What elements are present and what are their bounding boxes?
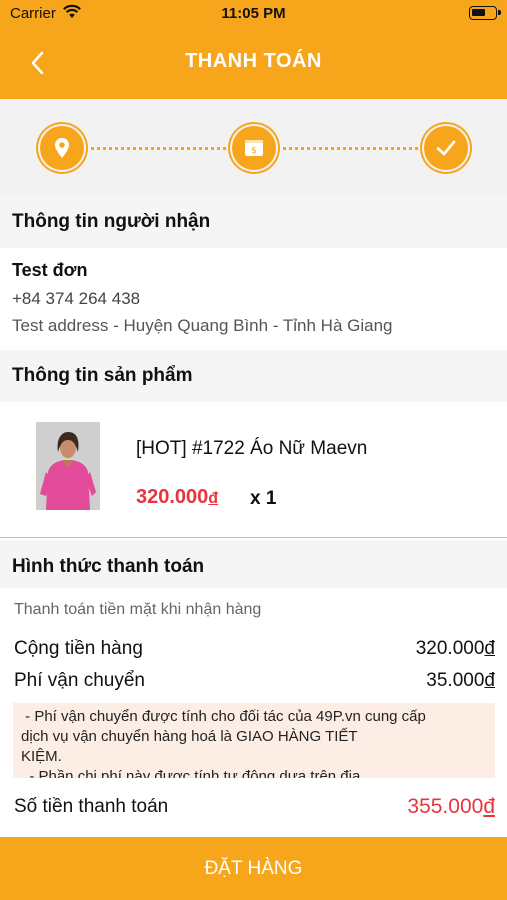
step-confirm [424, 126, 468, 170]
payment-icon: $ [245, 140, 263, 156]
total-row: Số tiền thanh toán 355.000đ [0, 778, 507, 837]
shipping-row: Phí vận chuyển 35.000đ [14, 670, 495, 692]
recipient-address: Test address - Huyện Quang Bình - Tỉnh H… [12, 316, 393, 335]
shipping-value: 35.000đ [426, 670, 495, 692]
product-price-value: 320.000 [136, 486, 209, 508]
divider [0, 537, 507, 538]
recipient-phone: +84 374 264 438 [12, 289, 141, 308]
step-payment: $ [232, 126, 276, 170]
product-item[interactable]: [HOT] #1722 Áo Nữ Maevn 320.000đ x 1 [0, 402, 507, 536]
total-label: Số tiền thanh toán [14, 796, 169, 817]
step-connector [276, 147, 424, 150]
checkmark-icon [436, 140, 456, 156]
currency-symbol: đ [484, 670, 495, 691]
note-line: KIỆM. [21, 748, 62, 765]
svg-text:$: $ [251, 146, 257, 156]
payment-section-title: Hình thức thanh toán [0, 540, 507, 588]
note-line: - Phí vận chuyển được tính cho đối tác c… [21, 708, 426, 725]
place-order-button[interactable]: ĐẶT HÀNG [0, 837, 507, 900]
subtotal-value: 320.000đ [416, 638, 495, 660]
step-address [40, 126, 84, 170]
clock: 11:05 PM [221, 5, 286, 22]
currency-symbol: đ [208, 490, 219, 507]
product-section-title: Thông tin sản phẩm [0, 350, 507, 402]
page-title: THANH TOÁN [185, 50, 322, 72]
product-name[interactable]: [HOT] #1722 Áo Nữ Maevn [136, 438, 367, 460]
subtotal-amount: 320.000 [415, 638, 485, 659]
currency-symbol: đ [483, 795, 495, 818]
shipping-label: Phí vận chuyển [14, 670, 145, 691]
recipient-name: Test đơn [12, 260, 88, 280]
subtotal-row: Cộng tiền hàng 320.000đ [14, 638, 495, 660]
location-pin-icon [55, 138, 69, 158]
recipient-info: Test đơn +84 374 264 438 Test address - … [0, 248, 507, 350]
battery-icon [469, 6, 501, 20]
currency-symbol: đ [484, 638, 495, 659]
shipping-note: - Phí vận chuyển được tính cho đối tác c… [13, 703, 495, 778]
recipient-section-title: Thông tin người nhận [0, 196, 507, 248]
product-quantity: x 1 [250, 488, 277, 509]
payment-method[interactable]: Thanh toán tiền mặt khi nhận hàng [14, 601, 261, 619]
checkout-stepper: $ [0, 99, 507, 196]
total-value: 355.000đ [407, 795, 495, 819]
total-amount: 355.000 [407, 795, 484, 818]
navigation-bar: THANH TOÁN [0, 26, 507, 99]
shipping-amount: 35.000 [426, 670, 485, 691]
product-thumbnail [36, 422, 100, 510]
status-bar: Carrier 11:05 PM [0, 0, 507, 26]
note-line: - Phần chi phí này được tính tự động dựa… [21, 768, 361, 778]
note-line: dịch vụ vận chuyển hàng hoá là GIAO HÀNG… [21, 728, 358, 745]
subtotal-label: Cộng tiền hàng [14, 638, 143, 659]
product-price: 320.000đ [136, 486, 218, 509]
step-connector [84, 147, 232, 150]
